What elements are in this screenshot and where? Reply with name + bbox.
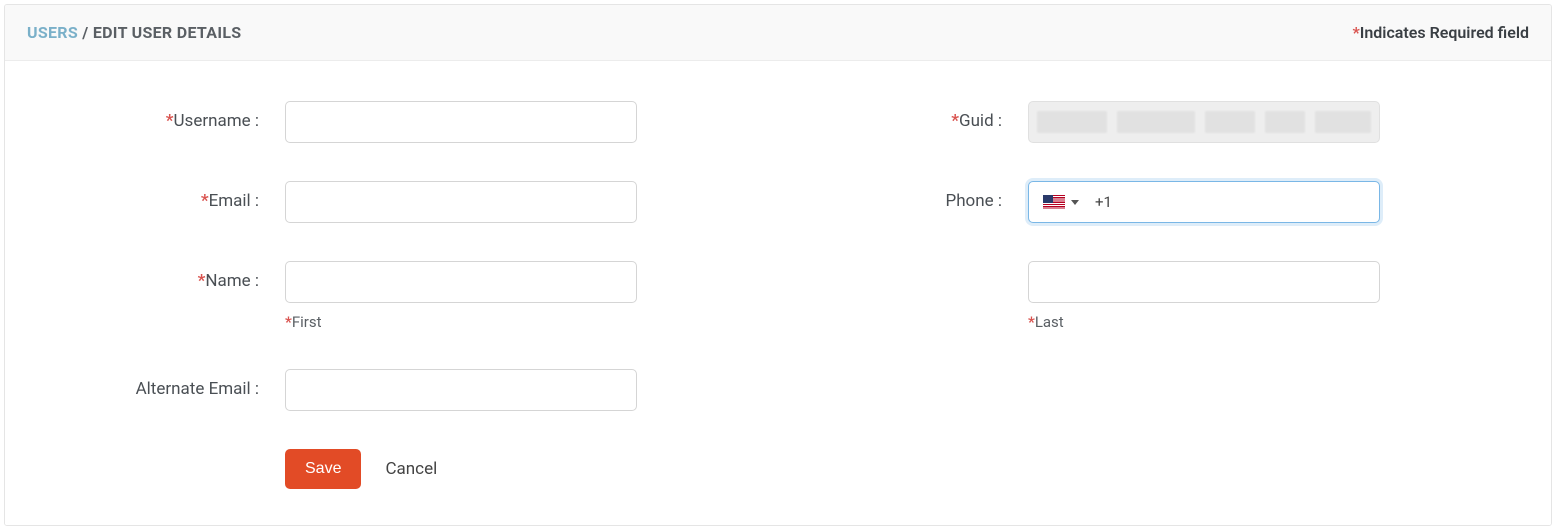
username-input[interactable]	[285, 101, 637, 143]
panel-header: USERS / EDIT USER DETAILS *Indicates Req…	[5, 5, 1551, 61]
name-label: *Name :	[35, 261, 285, 291]
alternate-email-label: Alternate Email :	[35, 369, 285, 399]
guid-field-readonly	[1028, 101, 1380, 143]
guid-label: *Guid :	[778, 101, 1028, 131]
phone-input[interactable]	[1112, 182, 1379, 222]
alternate-email-input[interactable]	[285, 369, 637, 411]
us-flag-icon	[1043, 195, 1065, 209]
breadcrumb: USERS / EDIT USER DETAILS	[27, 23, 241, 42]
first-sublabel: *First	[285, 313, 637, 331]
breadcrumb-root[interactable]: USERS	[27, 23, 78, 42]
breadcrumb-separator: /	[82, 23, 88, 42]
breadcrumb-current: EDIT USER DETAILS	[93, 23, 242, 42]
email-input[interactable]	[285, 181, 637, 223]
required-note: *Indicates Required field	[1352, 23, 1529, 42]
email-label: *Email :	[35, 181, 285, 211]
save-button[interactable]: Save	[285, 449, 361, 489]
first-name-input[interactable]	[285, 261, 637, 303]
cancel-button[interactable]: Cancel	[385, 459, 437, 479]
required-asterisk-icon: *	[1352, 23, 1359, 42]
dial-code: +1	[1089, 193, 1112, 211]
edit-user-panel: USERS / EDIT USER DETAILS *Indicates Req…	[4, 4, 1552, 526]
country-select[interactable]	[1029, 195, 1089, 209]
form-actions: Save Cancel	[285, 449, 1521, 489]
phone-input-group: +1	[1028, 181, 1380, 223]
last-name-input[interactable]	[1028, 261, 1380, 303]
username-label: *Username :	[35, 101, 285, 131]
guid-redacted-value	[1037, 108, 1371, 136]
chevron-down-icon	[1071, 200, 1079, 205]
phone-label: Phone :	[778, 181, 1028, 211]
form-body: *Username : *Guid : *Email : Phone :	[5, 61, 1551, 525]
last-sublabel: *Last	[1028, 313, 1380, 331]
